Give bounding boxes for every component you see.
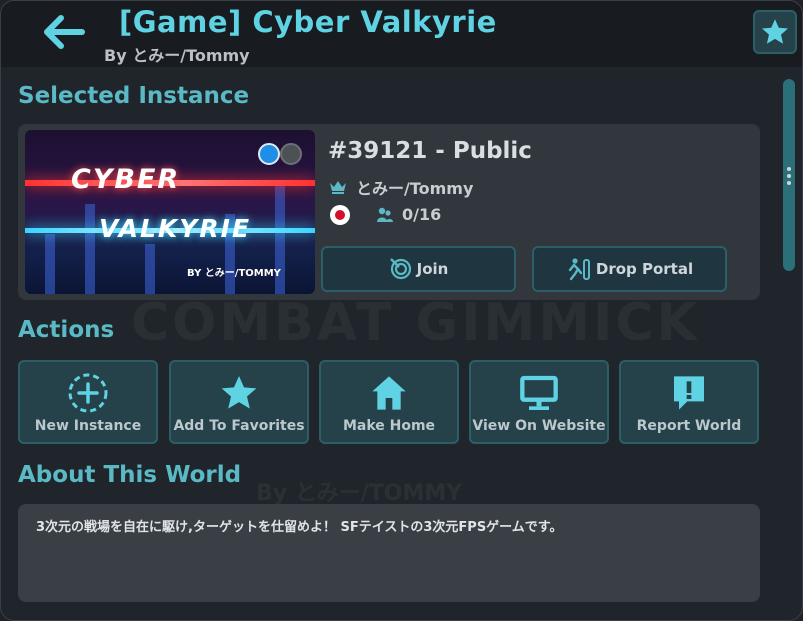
thumbnail-title-line2: VALKYRIE — [99, 214, 252, 243]
join-icon — [389, 258, 411, 280]
view-on-website-label: View On Website — [472, 418, 606, 434]
about-heading: About This World — [18, 462, 242, 488]
favorite-button[interactable] — [753, 10, 797, 54]
report-world-label: Report World — [636, 418, 742, 434]
about-description-box: 3次元の戦場を自在に駆け,ターゲットを仕留めよ！ SFテイストの3次元FPSゲー… — [18, 504, 760, 602]
new-instance-label: New Instance — [34, 418, 142, 434]
pc-platform-icon — [258, 143, 280, 165]
actions-heading: Actions — [18, 317, 115, 343]
make-home-button[interactable]: Make Home — [319, 360, 459, 444]
report-world-button[interactable]: Report World — [619, 360, 759, 444]
report-icon — [674, 376, 704, 410]
selected-instance-heading: Selected Instance — [18, 83, 250, 109]
player-count-value: 0/16 — [402, 205, 442, 224]
about-description: 3次元の戦場を自在に駆け,ターゲットを仕留めよ！ SFテイストの3次元FPSゲー… — [36, 520, 563, 535]
scrollbar-grip-icon — [787, 167, 791, 185]
header-bar: [Game] Cyber Valkyrie By とみー/Tommy — [1, 1, 802, 67]
crown-icon — [330, 181, 346, 194]
join-label: Join — [416, 260, 449, 278]
make-home-label: Make Home — [342, 418, 436, 434]
add-to-favorites-label: Add To Favorites — [173, 418, 305, 434]
monitor-icon — [520, 375, 558, 410]
view-on-website-button[interactable]: View On Website — [469, 360, 609, 444]
drop-portal-label: Drop Portal — [595, 260, 694, 278]
world-title: [Game] Cyber Valkyrie — [119, 5, 497, 39]
back-arrow-icon — [44, 15, 85, 49]
world-detail-panel: COMBAT GIMMICK By とみー/TOMMY [Game] Cyber… — [0, 0, 803, 621]
background-watermark-author: By とみー/TOMMY — [256, 481, 463, 506]
player-count: 0/16 — [376, 205, 441, 224]
background-watermark-text: COMBAT GIMMICK — [131, 293, 700, 353]
instance-owner: とみー/Tommy — [328, 175, 473, 199]
drop-portal-button[interactable]: Drop Portal — [532, 246, 727, 292]
new-instance-button[interactable]: New Instance — [18, 360, 158, 444]
users-icon — [377, 207, 393, 222]
star-icon — [221, 376, 257, 409]
thumbnail-title-line1: CYBER — [71, 164, 181, 195]
world-author: By とみー/Tommy — [104, 46, 250, 65]
japan-flag-icon — [330, 205, 350, 225]
plus-circle-icon — [68, 373, 108, 413]
owner-name: とみー/Tommy — [356, 179, 474, 198]
add-to-favorites-button[interactable]: Add To Favorites — [169, 360, 309, 444]
thumbnail-author: BY とみー/TOMMY — [187, 268, 281, 279]
portal-runner-icon — [568, 258, 590, 281]
join-button[interactable]: Join — [321, 246, 516, 292]
instance-title: #39121 - Public — [328, 138, 532, 164]
quest-platform-icon — [280, 143, 302, 165]
star-icon — [762, 19, 788, 44]
back-button[interactable] — [41, 13, 87, 51]
home-icon — [372, 376, 406, 410]
